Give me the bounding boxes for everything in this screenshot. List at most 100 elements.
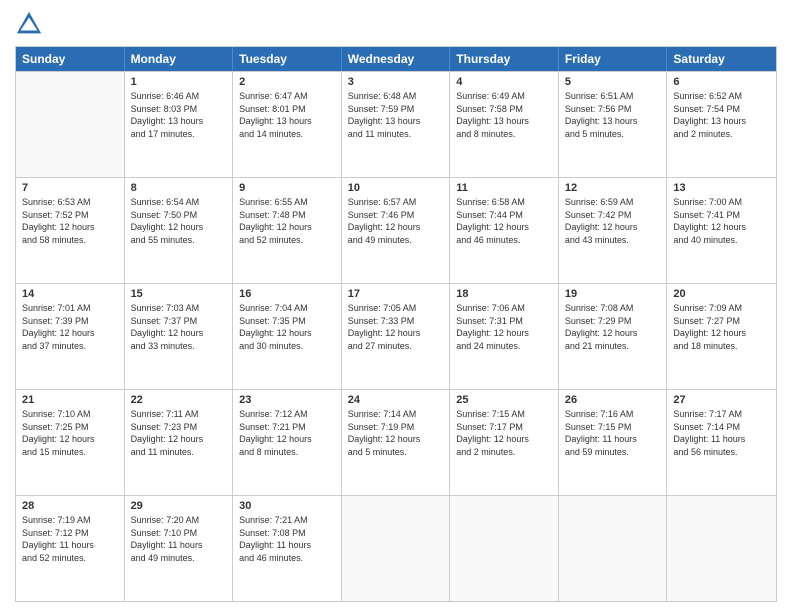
cal-row: 7Sunrise: 6:53 AM Sunset: 7:52 PM Daylig… [16, 177, 776, 283]
cal-cell: 12Sunrise: 6:59 AM Sunset: 7:42 PM Dayli… [559, 178, 668, 283]
header [15, 10, 777, 38]
cell-info: Sunrise: 7:08 AM Sunset: 7:29 PM Dayligh… [565, 302, 661, 352]
logo [15, 10, 47, 38]
day-number: 27 [673, 394, 770, 406]
day-number: 29 [131, 500, 227, 512]
cell-info: Sunrise: 6:49 AM Sunset: 7:58 PM Dayligh… [456, 90, 552, 140]
cal-cell: 27 Sunrise: 7:17 AM Sunset: 7:14 PM Dayli… [667, 390, 776, 495]
cal-cell: 17 Sunrise: 7:05 AM Sunset: 7:33 PM Dayli… [342, 284, 451, 389]
cal-row: 1 Sunrise: 6:46 AM Sunset: 8:03 PM Daylig… [16, 71, 776, 177]
cal-header-cell: Thursday [450, 47, 559, 71]
cell-info: Sunrise: 7:12 AM Sunset: 7:21 PM Dayligh… [239, 408, 335, 458]
cell-info: Sunrise: 7:00 AM Sunset: 7:41 PM Dayligh… [673, 196, 770, 246]
calendar-header-row: SundayMondayTuesdayWednesdayThursdayFrid… [16, 47, 776, 71]
cal-cell: 1 Sunrise: 6:46 AM Sunset: 8:03 PM Daylig… [125, 72, 234, 177]
day-number: 5 [565, 76, 661, 88]
cell-info: Sunrise: 6:57 AM Sunset: 7:46 PM Dayligh… [348, 196, 444, 246]
day-number: 15 [131, 288, 227, 300]
cal-cell: 21Sunrise: 7:10 AM Sunset: 7:25 PM Dayli… [16, 390, 125, 495]
day-number: 7 [22, 182, 118, 194]
day-number: 25 [456, 394, 552, 406]
cal-cell: 3 Sunrise: 6:48 AM Sunset: 7:59 PM Daylig… [342, 72, 451, 177]
cal-cell [16, 72, 125, 177]
logo-icon [15, 10, 43, 38]
day-number: 26 [565, 394, 661, 406]
cal-cell: 26 Sunrise: 7:16 AM Sunset: 7:15 PM Dayli… [559, 390, 668, 495]
day-number: 21 [22, 394, 118, 406]
day-number: 1 [131, 76, 227, 88]
cell-info: Sunrise: 7:21 AM Sunset: 7:08 PM Dayligh… [239, 514, 335, 564]
day-number: 2 [239, 76, 335, 88]
cal-cell: 30 Sunrise: 7:21 AM Sunset: 7:08 PM Dayli… [233, 496, 342, 601]
cell-info: Sunrise: 6:55 AM Sunset: 7:48 PM Dayligh… [239, 196, 335, 246]
day-number: 20 [673, 288, 770, 300]
cal-cell: 11 Sunrise: 6:58 AM Sunset: 7:44 PM Dayli… [450, 178, 559, 283]
page: SundayMondayTuesdayWednesdayThursdayFrid… [0, 0, 792, 612]
cal-cell: 23 Sunrise: 7:12 AM Sunset: 7:21 PM Dayli… [233, 390, 342, 495]
calendar-body: 1 Sunrise: 6:46 AM Sunset: 8:03 PM Daylig… [16, 71, 776, 601]
cal-cell: 2 Sunrise: 6:47 AM Sunset: 8:01 PM Daylig… [233, 72, 342, 177]
cal-cell: 4 Sunrise: 6:49 AM Sunset: 7:58 PM Daylig… [450, 72, 559, 177]
cal-cell: 29 Sunrise: 7:20 AM Sunset: 7:10 PM Dayli… [125, 496, 234, 601]
cell-info: Sunrise: 7:16 AM Sunset: 7:15 PM Dayligh… [565, 408, 661, 458]
day-number: 28 [22, 500, 118, 512]
day-number: 11 [456, 182, 552, 194]
calendar: SundayMondayTuesdayWednesdayThursdayFrid… [15, 46, 777, 602]
cell-info: Sunrise: 6:58 AM Sunset: 7:44 PM Dayligh… [456, 196, 552, 246]
cell-info: Sunrise: 6:47 AM Sunset: 8:01 PM Dayligh… [239, 90, 335, 140]
cal-cell [559, 496, 668, 601]
cell-info: Sunrise: 7:06 AM Sunset: 7:31 PM Dayligh… [456, 302, 552, 352]
cell-info: Sunrise: 7:20 AM Sunset: 7:10 PM Dayligh… [131, 514, 227, 564]
day-number: 10 [348, 182, 444, 194]
cell-info: Sunrise: 6:46 AM Sunset: 8:03 PM Dayligh… [131, 90, 227, 140]
cell-info: Sunrise: 7:01 AM Sunset: 7:39 PM Dayligh… [22, 302, 118, 352]
cal-cell: 10 Sunrise: 6:57 AM Sunset: 7:46 PM Dayli… [342, 178, 451, 283]
day-number: 30 [239, 500, 335, 512]
day-number: 17 [348, 288, 444, 300]
cell-info: Sunrise: 7:09 AM Sunset: 7:27 PM Dayligh… [673, 302, 770, 352]
cal-cell: 20 Sunrise: 7:09 AM Sunset: 7:27 PM Dayli… [667, 284, 776, 389]
day-number: 19 [565, 288, 661, 300]
cal-cell: 13 Sunrise: 7:00 AM Sunset: 7:41 PM Dayli… [667, 178, 776, 283]
cell-info: Sunrise: 7:19 AM Sunset: 7:12 PM Dayligh… [22, 514, 118, 564]
cal-cell [450, 496, 559, 601]
cal-cell: 19 Sunrise: 7:08 AM Sunset: 7:29 PM Dayli… [559, 284, 668, 389]
cal-cell: 28 Sunrise: 7:19 AM Sunset: 7:12 PM Dayli… [16, 496, 125, 601]
day-number: 9 [239, 182, 335, 194]
cal-header-cell: Saturday [667, 47, 776, 71]
cell-info: Sunrise: 7:03 AM Sunset: 7:37 PM Dayligh… [131, 302, 227, 352]
cal-cell: 6 Sunrise: 6:52 AM Sunset: 7:54 PM Daylig… [667, 72, 776, 177]
cal-cell [667, 496, 776, 601]
cal-cell: 7Sunrise: 6:53 AM Sunset: 7:52 PM Daylig… [16, 178, 125, 283]
cell-info: Sunrise: 7:15 AM Sunset: 7:17 PM Dayligh… [456, 408, 552, 458]
cal-cell: 8 Sunrise: 6:54 AM Sunset: 7:50 PM Daylig… [125, 178, 234, 283]
cal-header-cell: Sunday [16, 47, 125, 71]
day-number: 6 [673, 76, 770, 88]
cell-info: Sunrise: 6:59 AM Sunset: 7:42 PM Dayligh… [565, 196, 661, 246]
cell-info: Sunrise: 7:04 AM Sunset: 7:35 PM Dayligh… [239, 302, 335, 352]
cell-info: Sunrise: 6:48 AM Sunset: 7:59 PM Dayligh… [348, 90, 444, 140]
cell-info: Sunrise: 6:54 AM Sunset: 7:50 PM Dayligh… [131, 196, 227, 246]
day-number: 3 [348, 76, 444, 88]
cal-cell: 14Sunrise: 7:01 AM Sunset: 7:39 PM Dayli… [16, 284, 125, 389]
cal-cell: 24 Sunrise: 7:14 AM Sunset: 7:19 PM Dayli… [342, 390, 451, 495]
cal-cell [342, 496, 451, 601]
cell-info: Sunrise: 7:17 AM Sunset: 7:14 PM Dayligh… [673, 408, 770, 458]
cal-cell: 16Sunrise: 7:04 AM Sunset: 7:35 PM Dayli… [233, 284, 342, 389]
day-number: 13 [673, 182, 770, 194]
cal-cell: 15 Sunrise: 7:03 AM Sunset: 7:37 PM Dayli… [125, 284, 234, 389]
day-number: 8 [131, 182, 227, 194]
cal-row: 28 Sunrise: 7:19 AM Sunset: 7:12 PM Dayli… [16, 495, 776, 601]
cal-cell: 5 Sunrise: 6:51 AM Sunset: 7:56 PM Daylig… [559, 72, 668, 177]
cell-info: Sunrise: 6:52 AM Sunset: 7:54 PM Dayligh… [673, 90, 770, 140]
day-number: 18 [456, 288, 552, 300]
day-number: 23 [239, 394, 335, 406]
day-number: 4 [456, 76, 552, 88]
cal-row: 14Sunrise: 7:01 AM Sunset: 7:39 PM Dayli… [16, 283, 776, 389]
cal-header-cell: Wednesday [342, 47, 451, 71]
cell-info: Sunrise: 7:05 AM Sunset: 7:33 PM Dayligh… [348, 302, 444, 352]
day-number: 24 [348, 394, 444, 406]
day-number: 22 [131, 394, 227, 406]
cell-info: Sunrise: 6:51 AM Sunset: 7:56 PM Dayligh… [565, 90, 661, 140]
cell-info: Sunrise: 7:14 AM Sunset: 7:19 PM Dayligh… [348, 408, 444, 458]
